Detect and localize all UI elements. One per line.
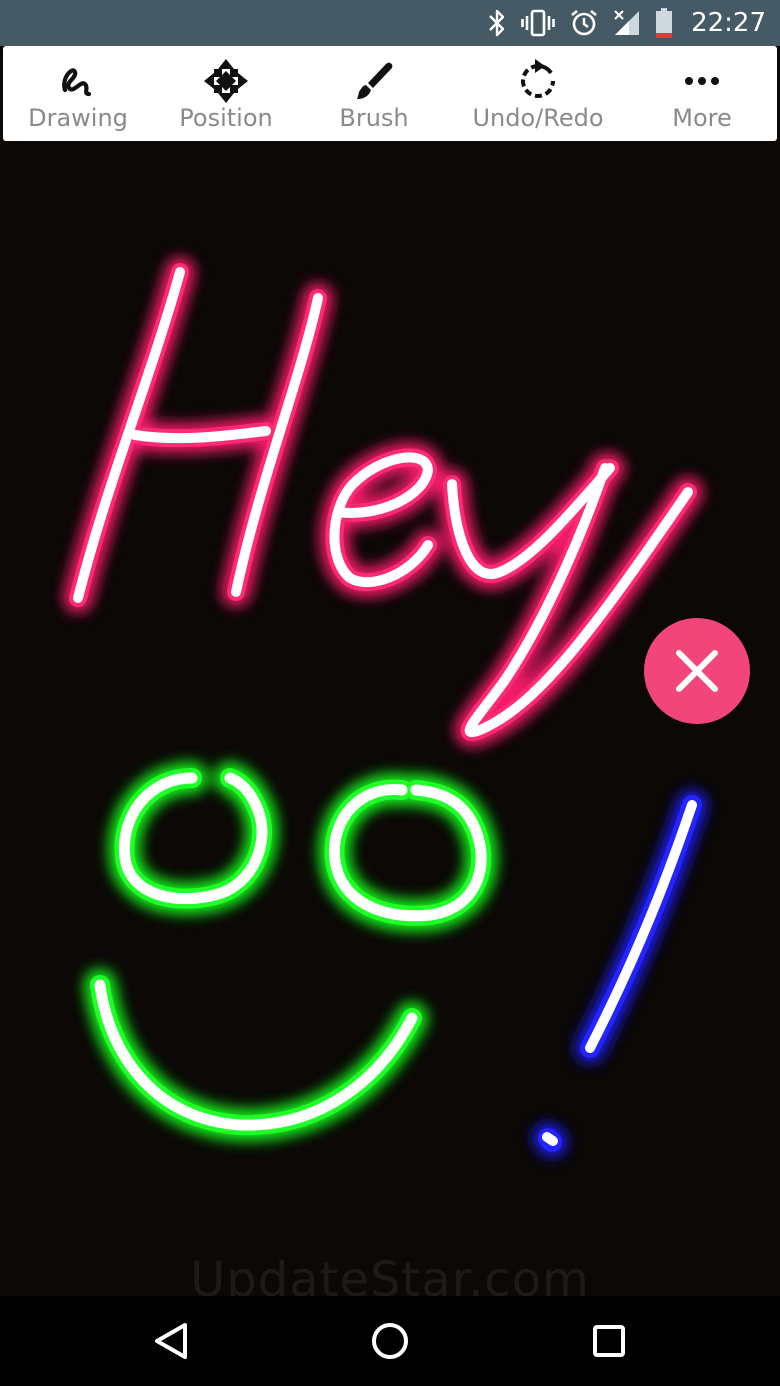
app-screen: 22:27 Drawing Position Brush Undo/Redo M… [0,0,780,1386]
alarm-icon [569,8,599,38]
toolbar: Drawing Position Brush Undo/Redo More [3,46,777,141]
position-label: Position [179,104,273,132]
battery-icon [655,7,673,39]
home-icon [372,1323,408,1359]
clock-time: 22:27 [691,8,766,38]
status-bar: 22:27 [0,0,780,46]
brush-label: Brush [339,104,409,132]
home-button[interactable] [360,1311,420,1371]
drawing-canvas[interactable]: UpdateStar.com [0,141,780,1308]
drawing-label: Drawing [28,104,128,132]
squiggle-icon [62,68,92,97]
hey-stroke [63,257,703,748]
more-dots-icon [685,77,719,85]
brush-button[interactable]: Brush [299,46,449,141]
close-button[interactable] [644,618,750,724]
vibrate-icon [521,8,555,38]
more-label: More [672,104,732,132]
more-button[interactable]: More [627,46,777,141]
recents-icon [593,1325,625,1357]
recents-button[interactable] [579,1311,639,1371]
status-icons: 22:27 [487,0,766,46]
position-button[interactable]: Position [151,46,301,141]
back-button[interactable] [141,1311,201,1371]
undo-redo-button[interactable]: Undo/Redo [463,46,613,141]
close-icon [676,650,718,692]
bluetooth-icon [487,8,507,38]
undo-redo-icon [521,59,555,98]
signal-icon [613,8,641,38]
brush-icon [357,62,393,99]
move-arrows-icon [204,59,248,103]
undo-redo-label: Undo/Redo [472,104,604,132]
smiley-stroke [84,762,498,1142]
exclamation-stroke [533,790,707,1157]
nav-bar [0,1296,780,1386]
back-icon [155,1323,187,1359]
drawing-button[interactable]: Drawing [3,46,153,141]
